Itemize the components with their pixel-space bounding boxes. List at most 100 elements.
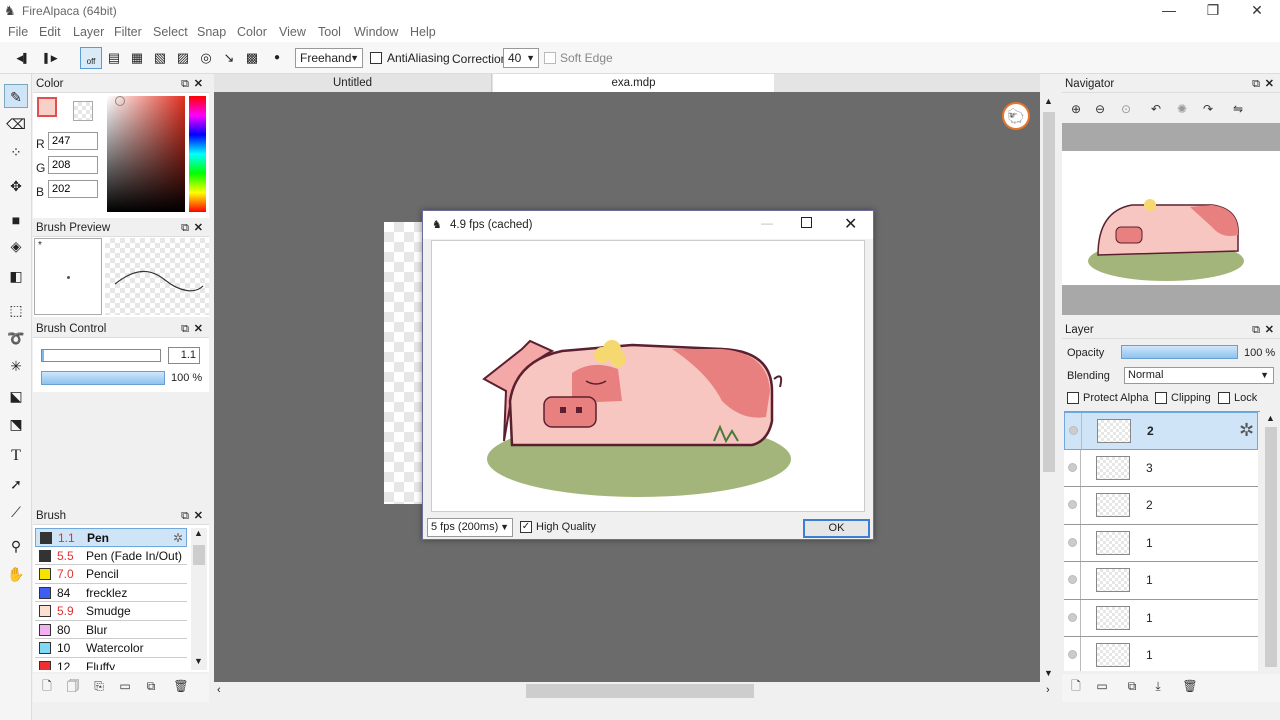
eyedropper-icon[interactable]: ⚲: [4, 534, 28, 558]
snap-parallel-icon[interactable]: ▤: [103, 47, 125, 69]
zoom-out-icon[interactable]: ⊖: [1090, 99, 1110, 119]
layer-opacity-slider[interactable]: [1121, 345, 1238, 359]
menu-color[interactable]: Color: [237, 25, 267, 39]
gradient-tool-icon[interactable]: ◧: [4, 264, 28, 288]
close-icon[interactable]: ✕: [1265, 75, 1274, 93]
tab-untitled[interactable]: Untitled: [214, 74, 492, 92]
bucket-tool-icon[interactable]: ◈: [4, 234, 28, 258]
menu-help[interactable]: Help: [410, 25, 436, 39]
layer-row[interactable]: 1: [1064, 562, 1258, 600]
dialog-minimize-button[interactable]: —: [761, 216, 773, 230]
lock-checkbox[interactable]: [1218, 392, 1230, 404]
brush-list-scrollbar[interactable]: ▲ ▼: [191, 528, 207, 670]
visibility-icon[interactable]: [1068, 575, 1077, 584]
brush-dot-icon[interactable]: ●: [266, 47, 288, 69]
visibility-icon[interactable]: [1068, 612, 1077, 622]
brush-item-pen[interactable]: 1.1 Pen ✲: [35, 528, 187, 547]
visibility-icon[interactable]: [1069, 426, 1078, 435]
reset-rotation-icon[interactable]: ✺: [1172, 99, 1192, 119]
lasso-tool-icon[interactable]: ➰: [4, 326, 28, 350]
canvas-document[interactable]: [384, 222, 424, 504]
navigator-preview[interactable]: [1062, 151, 1280, 285]
ok-button[interactable]: OK: [803, 519, 870, 538]
correction-select[interactable]: 40 ▼: [503, 48, 539, 68]
layer-row[interactable]: 2: [1064, 487, 1258, 525]
hand-tool-icon[interactable]: ✋: [4, 562, 28, 586]
blending-select[interactable]: Normal ▼: [1124, 367, 1274, 384]
menu-file[interactable]: File: [8, 25, 28, 39]
gear-icon[interactable]: ✲: [173, 529, 183, 547]
zoom-fit-icon[interactable]: ⊙: [1116, 99, 1136, 119]
snap-radial-icon[interactable]: ▨: [172, 47, 194, 69]
chevron-down-icon[interactable]: ▼: [1044, 668, 1053, 678]
pen-tool-icon[interactable]: ✎: [4, 84, 28, 108]
menu-window[interactable]: Window: [354, 25, 398, 39]
snap-off-button[interactable]: off: [80, 47, 102, 69]
brush-item-pen-fade[interactable]: 5.5 Pen (Fade In/Out): [35, 547, 187, 565]
fill-shape-icon[interactable]: ■: [4, 208, 28, 232]
dialog-close-button[interactable]: ✕: [844, 214, 857, 234]
layer-row[interactable]: 1: [1064, 637, 1258, 671]
pin-icon[interactable]: ⧉: [181, 320, 189, 338]
eraser-tool-icon[interactable]: ⌫: [4, 112, 28, 136]
dialog-maximize-button[interactable]: [801, 217, 812, 228]
new-brush-icon[interactable]: 🗋: [37, 676, 57, 696]
visibility-icon[interactable]: [1068, 462, 1077, 472]
flip-icon[interactable]: ⇋: [1228, 99, 1248, 119]
r-input[interactable]: [48, 132, 98, 150]
saturation-value-picker[interactable]: [107, 96, 185, 212]
menu-select[interactable]: Select: [153, 25, 188, 39]
operation-tool-icon[interactable]: ➚: [4, 472, 28, 496]
rotate-right-icon[interactable]: ↷: [1198, 99, 1218, 119]
menu-snap[interactable]: Snap: [197, 25, 226, 39]
gear-icon[interactable]: ✲: [1239, 420, 1254, 441]
dot-tool-icon[interactable]: ⁘: [4, 140, 28, 164]
select-eraser-icon[interactable]: ⬔: [4, 412, 28, 436]
layer-list-scrollbar[interactable]: ▲: [1262, 411, 1280, 673]
merge-down-icon[interactable]: ⤓: [1148, 676, 1168, 696]
b-input[interactable]: [48, 180, 98, 198]
text-tool-icon[interactable]: T: [4, 444, 28, 468]
layer-row[interactable]: 2 ✲: [1064, 412, 1258, 450]
menu-filter[interactable]: Filter: [114, 25, 142, 39]
soft-edge-checkbox[interactable]: [544, 52, 556, 67]
draw-mode-select[interactable]: Freehand ▼: [295, 48, 363, 68]
high-quality-checkbox[interactable]: ✓: [520, 521, 532, 533]
brush-size-value[interactable]: 1.1: [168, 347, 200, 364]
layer-row[interactable]: 3: [1064, 449, 1258, 487]
minimize-button[interactable]: —: [1146, 0, 1192, 22]
rotate-left-icon[interactable]: ↶: [1146, 99, 1166, 119]
close-icon[interactable]: ✕: [1265, 321, 1274, 339]
snap-diagonal-icon[interactable]: ▧: [149, 47, 171, 69]
magic-wand-icon[interactable]: ✳: [4, 354, 28, 378]
brush-item-blur[interactable]: 80 Blur: [35, 621, 187, 639]
brush-opacity-slider[interactable]: [41, 371, 165, 385]
maximize-button[interactable]: ❐: [1190, 0, 1236, 22]
duplicate-layer-icon[interactable]: ⧉: [1122, 676, 1142, 696]
canvas-horizontal-scrollbar[interactable]: ‹ ›: [214, 682, 1058, 700]
close-button[interactable]: ✕: [1234, 0, 1280, 22]
chevron-up-icon[interactable]: ▲: [194, 528, 203, 538]
snap-circle-icon[interactable]: ◎: [195, 47, 217, 69]
scroll-thumb[interactable]: [1265, 427, 1277, 667]
brush-item-fluffy[interactable]: 12 Fluffy: [35, 658, 187, 670]
folder-icon[interactable]: ▭: [115, 676, 135, 696]
visibility-icon[interactable]: [1068, 537, 1077, 547]
scroll-thumb[interactable]: [1043, 112, 1055, 472]
menu-layer[interactable]: Layer: [73, 25, 104, 39]
pin-icon[interactable]: ⧉: [181, 219, 189, 237]
brush-size-slider[interactable]: [41, 349, 161, 362]
brush-settings-icon[interactable]: ⎘: [89, 676, 109, 696]
antialiasing-checkbox[interactable]: [370, 52, 382, 67]
chevron-left-icon[interactable]: ‹: [217, 684, 221, 696]
visibility-icon[interactable]: [1068, 500, 1077, 509]
pin-icon[interactable]: ⧉: [181, 75, 189, 93]
snap-3d-icon[interactable]: ▩: [241, 47, 263, 69]
select-tool-icon[interactable]: ⬚: [4, 298, 28, 322]
new-folder-icon[interactable]: ▭: [1092, 676, 1112, 696]
select-pen-icon[interactable]: ⬕: [4, 384, 28, 408]
foreground-color-swatch[interactable]: [37, 97, 57, 117]
snap-grid-icon[interactable]: ▦: [126, 47, 148, 69]
prev-frame-button[interactable]: ◀▌: [12, 47, 34, 69]
brush-item-frecklez[interactable]: 84 frecklez: [35, 584, 187, 602]
